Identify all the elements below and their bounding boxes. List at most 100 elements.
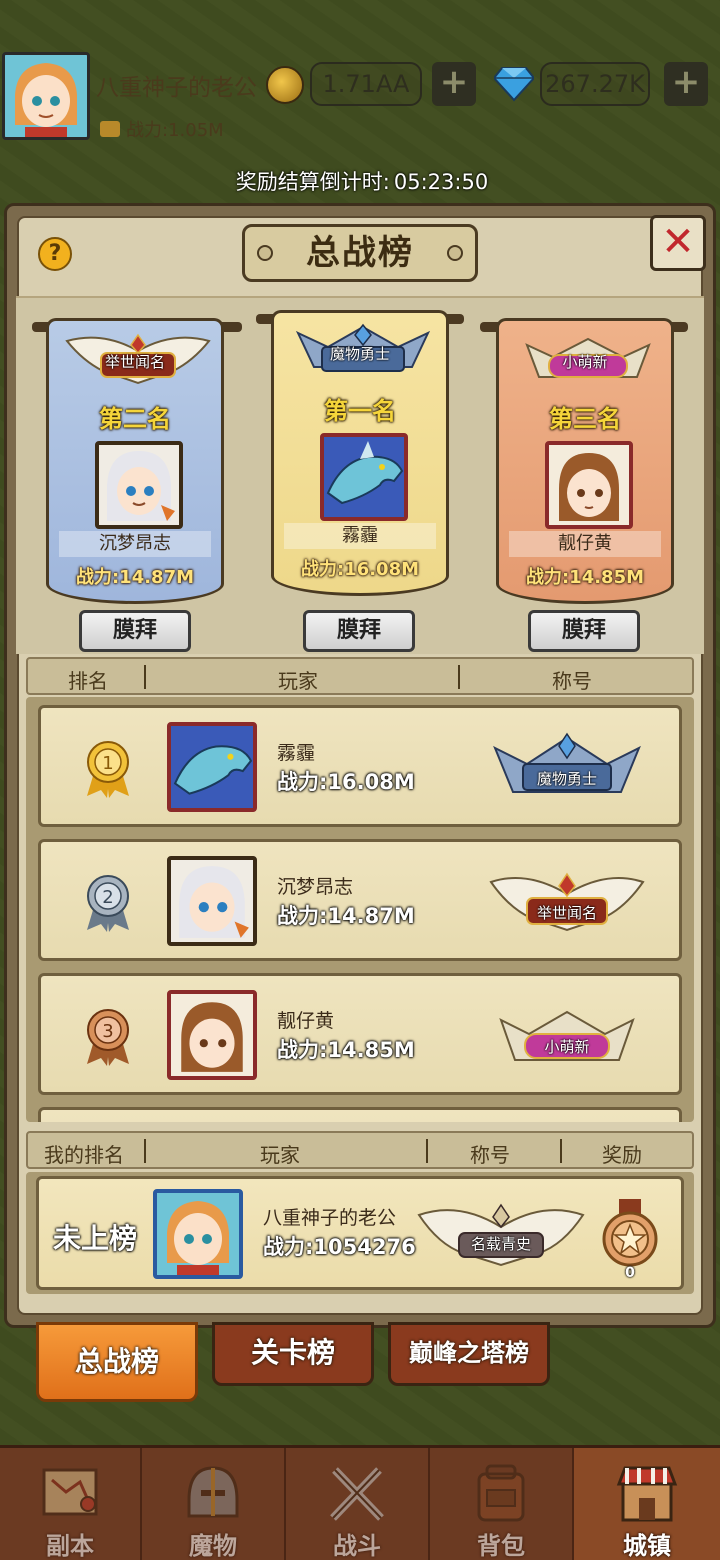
top-status-bar: 八重神子的老公 战力:1.05M 1.71AA + 267.27K +	[0, 48, 720, 144]
podium-portrait	[545, 441, 633, 529]
podium-card-second[interactable]: 举世闻名 第二名 沉梦昂志 战力:14.87M	[46, 318, 224, 604]
player-avatar[interactable]	[2, 52, 90, 140]
my-rank-row: 未上榜 八重神子的老公 战力:1054276 名载青史 0	[26, 1172, 694, 1294]
panel-title: 总战榜	[306, 233, 414, 273]
podium-player-power: 战力:14.87M	[75, 567, 195, 588]
bolt-icon	[257, 245, 273, 261]
backpack-icon	[477, 1464, 525, 1522]
add-gems-button[interactable]: +	[664, 62, 708, 106]
reward-count: 0	[625, 1265, 635, 1281]
my-player-name: 八重神子的老公	[263, 1207, 397, 1229]
medal-number: 3	[102, 1021, 113, 1042]
player-power-label: 战力:1.05M	[126, 120, 224, 141]
bottom-navigation: 副本 魔物 战斗 背包 城镇	[0, 1445, 720, 1560]
ranking-row-2[interactable]: 2 沉梦昂志 战力:14.87M 举世闻名	[38, 839, 682, 961]
row-player-power: 战力:16.08M	[277, 770, 415, 794]
medal-number: 1	[102, 753, 113, 774]
podium-player-name: 沉梦昂志	[59, 531, 211, 557]
nav-town[interactable]: 城镇	[574, 1448, 720, 1560]
worship-button-third[interactable]: 膜拜	[528, 610, 640, 652]
podium-rank-title: 第一名	[324, 397, 396, 425]
podium-player-name: 靓仔黄	[509, 531, 661, 557]
my-header-player: 玩家	[260, 1143, 300, 1167]
podium-badge-text: 小萌新	[562, 353, 608, 371]
help-icon[interactable]: ?	[38, 237, 72, 271]
tab-peak-tower[interactable]: 巅峰之塔榜	[388, 1322, 550, 1386]
podium-portrait	[320, 433, 408, 521]
row-player-name: 沉梦昂志	[277, 876, 354, 898]
ranking-row-1[interactable]: 1 霧霾 战力:16.08M 魔物勇士	[38, 705, 682, 827]
podium-portrait	[95, 441, 183, 529]
nav-label: 背包	[477, 1532, 525, 1560]
power-icon	[100, 121, 120, 137]
bolt-icon	[447, 245, 463, 261]
header-separator	[560, 1139, 562, 1163]
header-separator	[144, 665, 146, 689]
silver-medal-icon: 2	[87, 875, 129, 932]
nav-label: 战斗	[333, 1532, 381, 1560]
ranking-list-header: 排名 玩家 称号	[26, 657, 694, 695]
player-power: 战力:1.05M	[100, 116, 224, 142]
ranking-row-3[interactable]: 3 靓仔黄 战力:14.85M 小萌新	[38, 973, 682, 1095]
podium-rank-title: 第三名	[549, 405, 621, 433]
add-gold-button[interactable]: +	[432, 62, 476, 106]
gold-amount: 1.71AA	[310, 62, 422, 106]
header-rank: 排名	[68, 669, 108, 693]
player-name: 八重神子的老公	[96, 75, 257, 101]
header-title: 称号	[552, 669, 592, 693]
podium-player-power: 战力:16.08M	[300, 559, 420, 580]
monster-helmet-icon	[187, 1466, 239, 1518]
tab-stage[interactable]: 关卡榜	[212, 1322, 374, 1386]
podium-card-third[interactable]: 小萌新 第三名 靓仔黄 战力:14.85M	[496, 318, 674, 604]
my-reward[interactable]: 0	[595, 1199, 665, 1281]
podium-badge-text: 魔物勇士	[329, 345, 390, 363]
my-rank-header: 我的排名 玩家 称号 奖励	[26, 1131, 694, 1169]
podium-player-name: 霧霾	[284, 523, 436, 549]
nav-dungeon[interactable]: 副本	[0, 1448, 142, 1560]
gold-medal-icon: 1	[87, 741, 129, 798]
podium-card-first[interactable]: 魔物勇士 第一名 霧霾 战力:16.08M	[271, 310, 449, 596]
worship-button-first[interactable]: 膜拜	[303, 610, 415, 652]
my-header-rank: 我的排名	[44, 1143, 124, 1167]
header-separator	[458, 665, 460, 689]
header-separator	[144, 1139, 146, 1163]
diamond-gem-icon	[494, 67, 534, 102]
countdown-label: 奖励结算倒计时:	[235, 170, 390, 194]
row-badge-text: 小萌新	[544, 1038, 590, 1056]
my-player-power: 战力:1054276	[263, 1235, 416, 1259]
row-player-name: 靓仔黄	[277, 1010, 335, 1032]
podium-rank-title: 第二名	[99, 405, 171, 433]
nav-label: 副本	[46, 1532, 94, 1560]
worship-button-second[interactable]: 膜拜	[79, 610, 191, 652]
nav-monster[interactable]: 魔物	[142, 1448, 286, 1560]
my-badge-text: 名载青史	[470, 1235, 531, 1253]
crossed-swords-icon	[330, 1467, 384, 1521]
my-rank-row-card[interactable]: 未上榜 八重神子的老公 战力:1054276 名载青史 0	[36, 1176, 684, 1290]
row-badge-text: 举世闻名	[536, 904, 597, 922]
tab-total-power[interactable]: 总战榜	[36, 1322, 198, 1402]
nav-label: 城镇	[623, 1532, 671, 1560]
header-player: 玩家	[278, 669, 318, 693]
row-badge-text: 魔物勇士	[536, 770, 597, 788]
ranking-row-partial[interactable]	[38, 1107, 682, 1122]
medal-number: 2	[102, 887, 113, 908]
star-medal-icon	[602, 1199, 658, 1267]
row-player-power: 战力:14.85M	[277, 1038, 415, 1062]
my-rank-status: 未上榜	[53, 1222, 138, 1255]
nav-battle[interactable]: 战斗	[286, 1448, 430, 1560]
gold-coin-icon	[266, 66, 304, 104]
row-player-power: 战力:14.87M	[277, 904, 415, 928]
my-header-reward: 奖励	[602, 1143, 642, 1167]
row-player-name: 霧霾	[277, 742, 316, 764]
row-portrait	[167, 722, 257, 812]
ranking-list[interactable]: 1 霧霾 战力:16.08M 魔物勇士 2 沉梦昂志 战力:14.87M 举世闻…	[26, 697, 694, 1122]
nav-label: 魔物	[189, 1532, 237, 1560]
town-shop-icon	[616, 1466, 678, 1522]
bronze-medal-icon: 3	[87, 1009, 129, 1066]
panel-title-banner: 总战榜	[242, 224, 478, 282]
countdown-value: 05:23:50	[393, 170, 489, 194]
nav-backpack[interactable]: 背包	[430, 1448, 574, 1560]
map-scroll-icon	[42, 1468, 98, 1516]
close-button[interactable]: ✕	[650, 215, 706, 271]
row-portrait	[167, 990, 257, 1080]
